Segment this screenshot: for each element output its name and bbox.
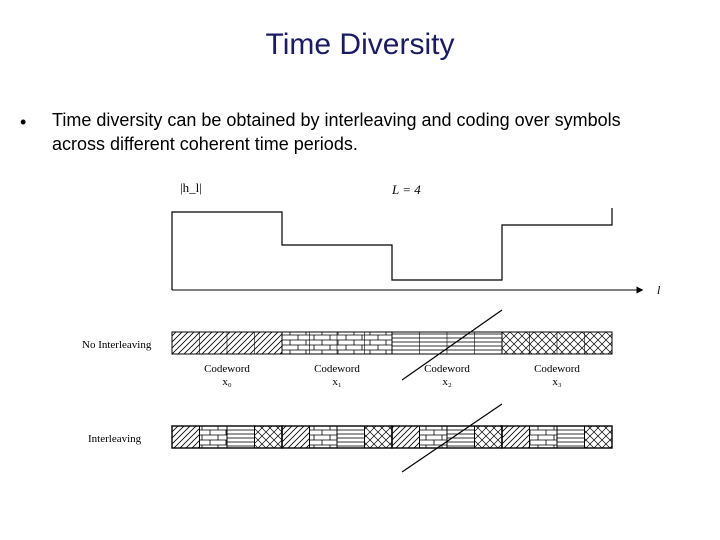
param-label: L = 4 xyxy=(391,182,421,197)
svg-text:x₂: x₂ xyxy=(442,376,452,388)
svg-text:Codeword: Codeword xyxy=(534,363,580,375)
svg-text:x₁: x₁ xyxy=(332,376,342,388)
page-title: Time Diversity xyxy=(0,28,720,62)
fading-plot: l xyxy=(172,208,661,297)
interleaving-row xyxy=(172,426,612,448)
bullet-icon: • xyxy=(20,110,26,134)
svg-text:x₃: x₃ xyxy=(552,376,562,388)
bullet-text: Time diversity can be obtained by interl… xyxy=(52,108,678,157)
no-interleaving-row xyxy=(172,332,612,354)
row-label-0: No Interleaving xyxy=(82,339,152,351)
y-axis-label: |h_l| xyxy=(180,180,202,195)
slide: Time Diversity • Time diversity can be o… xyxy=(0,0,720,540)
bullet-item: • Time diversity can be obtained by inte… xyxy=(38,108,678,157)
svg-text:Codeword: Codeword xyxy=(204,363,250,375)
diagram-svg: |h_l| L = 4 l No Interleaving xyxy=(82,180,672,490)
diagram: |h_l| L = 4 l No Interleaving xyxy=(82,180,672,490)
x-axis-label: l xyxy=(657,283,661,297)
svg-text:x₀: x₀ xyxy=(222,376,232,388)
svg-text:Codeword: Codeword xyxy=(424,363,470,375)
codeword-labels: Codeword x₀ Codeword x₁ Codeword x₂ Code… xyxy=(204,363,580,388)
row-label-1: Interleaving xyxy=(88,433,142,445)
svg-text:Codeword: Codeword xyxy=(314,363,360,375)
